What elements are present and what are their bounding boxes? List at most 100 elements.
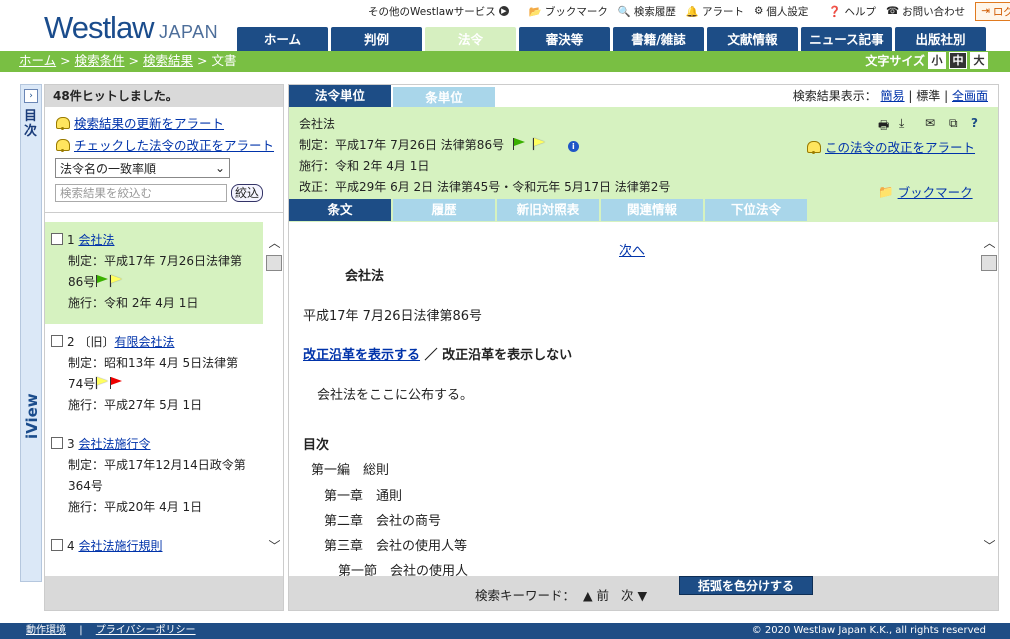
filter-button[interactable]: 絞込 [231,184,264,202]
tab-statutes[interactable]: 法令 [425,27,516,51]
show-revision-link[interactable]: 改正沿革を表示する [303,348,420,363]
contact-link[interactable]: ☎ お問い合わせ [886,4,965,19]
yellow-flag-icon [109,275,123,287]
breadcrumb: ホーム > 検索条件 > 検索結果 > 文書 [0,51,1010,72]
font-size-small-button[interactable]: 小 [928,52,946,69]
tab-cases[interactable]: 判例 [331,27,422,51]
result-title[interactable]: 有限会社法 [114,335,174,349]
prev-keyword-button[interactable]: ▲ 前 [583,588,609,603]
checkbox[interactable] [51,437,63,449]
result-item-3[interactable]: 3 会社法施行令 制定：平成17年12月14日政令第 364号 施行：平成20年… [45,426,283,528]
font-size-large-button[interactable]: 大 [970,52,988,69]
result-item-4[interactable]: 4 会社法施行規則 [45,528,283,567]
personal-settings-link[interactable]: ⚙ 個人設定 [754,4,808,19]
tab-comparison[interactable]: 新旧対照表 [497,199,599,221]
mail-icon[interactable]: ✉ [925,116,939,130]
toc-section-1[interactable]: 第一節 会社の使用人 [338,560,468,577]
document-scrollbar[interactable]: ︿ ﹀ [980,237,998,567]
tab-literature[interactable]: 文献情報 [707,27,798,51]
display-simple-link[interactable]: 簡易 [881,89,905,103]
revision-toggle: 改正沿革を表示する ／ 改正沿革を表示しない [303,348,573,363]
tab-decisions[interactable]: 審決等 [519,27,610,51]
scroll-up-icon[interactable]: ︿ [268,237,281,250]
toc-label[interactable]: 目次 [24,109,38,139]
help-icon[interactable]: ? [971,116,985,130]
bookmark-link[interactable]: 📁 ブックマーク [878,182,973,201]
enforcement-line: 施行：令和 2年 4月 1日 [299,159,430,173]
info-icon[interactable]: i [567,141,579,152]
westlaw-logo[interactable]: Westlaw JAPAN [44,10,224,45]
tab-publisher[interactable]: 出版社別 [895,27,986,51]
tab-text[interactable]: 条文 [289,199,391,221]
expand-icon[interactable]: › [24,89,38,103]
toc-chapter-3[interactable]: 第三章 会社の使用人等 [324,535,467,554]
breadcrumb-home[interactable]: ホーム [19,53,56,68]
hide-revision: 改正沿革を表示しない [442,348,573,363]
result-title[interactable]: 会社法施行規則 [78,539,162,553]
next-link[interactable]: 次へ [619,240,645,259]
toc-part-1[interactable]: 第一編 総則 [311,459,389,478]
document-body: 次へ 会社法 平成17年 7月26日法律第86号 改正沿革を表示する ／ 改正沿… [289,222,979,577]
main-nav-tabs: ホーム 判例 法令 審決等 書籍/雑誌 文献情報 ニュース記事 出版社別 [237,27,986,51]
result-item-1[interactable]: 1 会社法 制定：平成17年 7月26日法律第 86号 施行：令和 2年 4月 … [45,222,263,324]
alert-bell-icon [55,115,70,130]
tab-news[interactable]: ニュース記事 [801,27,892,51]
results-scrollbar[interactable]: ︿ ﹀ [265,237,283,567]
tab-law-unit[interactable]: 法令単位 [289,85,391,107]
arrow-circle-icon: ▶ [498,6,509,16]
environment-link[interactable]: 動作環境 [26,625,66,636]
other-services-link[interactable]: その他のWestlawサービス ▶ [368,4,509,19]
tab-subordinate[interactable]: 下位法令 [705,199,807,221]
font-size-medium-button[interactable]: 中 [949,52,967,69]
display-full-link[interactable]: 全画面 [952,89,988,103]
search-history-link[interactable]: 🔍 検索履歴 [618,4,676,19]
red-flag-icon [109,377,123,389]
scroll-up-icon[interactable]: ︿ [983,237,996,250]
alert-results-update[interactable]: 検索結果の更新をアラート [45,111,283,133]
logout-button[interactable]: ⇥ログアウト [975,1,1010,21]
sort-select[interactable]: 法令名の一致率順 ⌄ [55,158,230,178]
law-alert-link[interactable]: この法令の改正をアラート [806,137,975,156]
checkbox[interactable] [51,335,63,347]
filter-row: 検索結果を絞込む 絞込 [55,184,283,202]
toc-chapter-2[interactable]: 第二章 会社の商号 [324,510,441,529]
scroll-thumb[interactable] [981,255,997,271]
breadcrumb-conditions[interactable]: 検索条件 [75,53,125,68]
color-brackets-button[interactable]: 括弧を色分けする [679,576,813,595]
privacy-link[interactable]: プライバシーポリシー [96,625,196,636]
alert-checked-amend[interactable]: チェックした法令の改正をアラート [45,133,283,155]
scroll-down-icon[interactable]: ﹀ [268,540,281,553]
tab-related[interactable]: 関連情報 [601,199,703,221]
tab-history[interactable]: 履歴 [393,199,495,221]
scroll-down-icon[interactable]: ﹀ [983,540,996,553]
alert-link[interactable]: 🔔 アラート [686,4,744,19]
result-list: 1 会社法 制定：平成17年 7月26日法律第 86号 施行：令和 2年 4月 … [45,222,283,574]
new-window-icon[interactable]: ⧉ [949,116,963,130]
scroll-thumb[interactable] [266,255,282,271]
toc-heading: 目次 [303,438,330,453]
tab-home[interactable]: ホーム [237,27,328,51]
result-title[interactable]: 会社法 [78,233,114,247]
filter-input[interactable]: 検索結果を絞込む [55,184,227,202]
result-item-2[interactable]: 2 〔旧〕有限会社法 制定：昭和13年 4月 5日法律第 74号 施行：平成27… [45,324,283,426]
download-icon[interactable]: ⤓ [899,116,913,130]
tab-books[interactable]: 書籍/雑誌 [613,27,704,51]
results-panel: 48件ヒットしました。 検索結果の更新をアラート チェックした法令の改正をアラー… [44,84,284,611]
checkbox[interactable] [51,233,63,245]
bookmark-link[interactable]: 📂 ブックマーク [529,4,608,19]
amendment-line: 改正：平成29年 6月 2日 法律第45号・令和元年 5月17日 法律第2号 [299,180,671,194]
green-flag-icon [512,138,526,150]
breadcrumb-results[interactable]: 検索結果 [143,53,193,68]
toc-chapter-1[interactable]: 第一章 通則 [324,485,402,504]
alert-bell-icon [55,137,70,152]
iview-label[interactable]: iView [23,385,41,439]
display-mode: 検索結果表示： 簡易 | 標準 | 全画面 [792,89,988,103]
search-icon: 🔍 [617,5,631,18]
tab-article-unit[interactable]: 条単位 [393,87,495,107]
result-title[interactable]: 会社法施行令 [78,437,150,451]
next-keyword-button[interactable]: 次 ▼ [621,588,647,603]
help-link[interactable]: ❓ ヘルプ [828,4,876,19]
print-icon[interactable]: 🖶 [878,116,892,132]
checkbox[interactable] [51,539,63,551]
green-flag-icon [95,275,109,287]
